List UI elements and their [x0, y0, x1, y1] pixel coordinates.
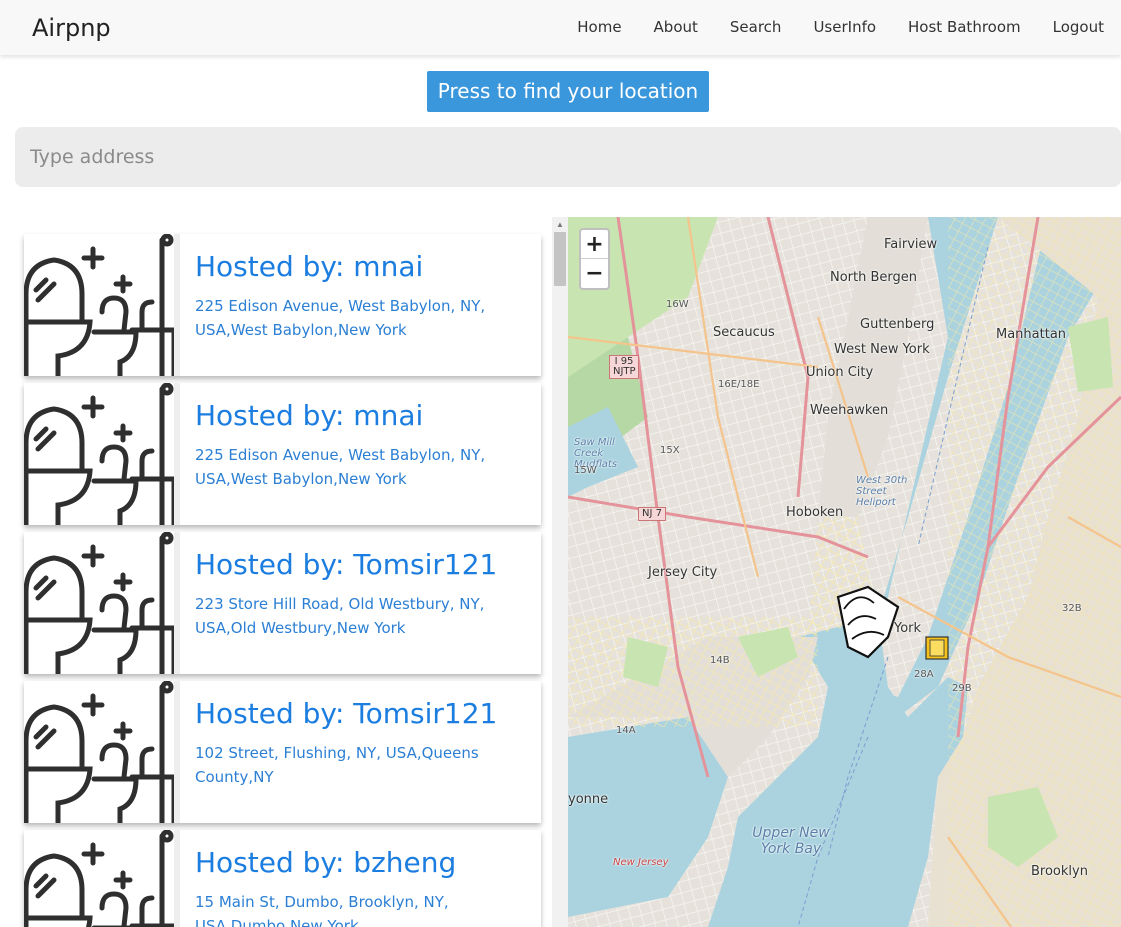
map-label: 15X — [660, 445, 680, 456]
map-view[interactable]: + − Fairview North Bergen Secaucus Gutte… — [568, 217, 1121, 927]
address-input[interactable] — [15, 127, 1121, 187]
listing-address: 15 Main St, Dumbo, Brooklyn, NY, USA,Dum… — [195, 893, 449, 927]
listing-address: 102 Street, Flushing, NY, USA,Queens Cou… — [195, 744, 479, 786]
map-label: Weehawken — [810, 403, 889, 418]
map-label: Manhattan — [996, 327, 1067, 342]
scroll-up-arrow-icon[interactable]: ▲ — [556, 220, 564, 229]
map-label: 28A — [914, 669, 934, 680]
map-label: Hoboken — [786, 505, 844, 520]
map-label: New Jersey — [613, 857, 669, 868]
listings-panel: Hosted by: mnai 225 Edison Avenue, West … — [0, 217, 552, 927]
listings-scrollbar[interactable]: ▲ — [552, 217, 568, 927]
nav-logout[interactable]: Logout — [1053, 18, 1104, 36]
scrollbar-thumb[interactable] — [554, 232, 566, 286]
map-label: Secaucus — [713, 325, 775, 340]
map-label: West 30th Street Heliport — [856, 475, 908, 508]
map-label: West New York — [834, 342, 930, 357]
map-label: Union City — [806, 365, 874, 380]
bathroom-icon — [24, 681, 180, 823]
brand-logo[interactable]: Airpnp — [32, 14, 111, 42]
listing-card[interactable]: Hosted by: bzheng 15 Main St, Dumbo, Bro… — [24, 830, 541, 927]
nav-links: Home About Search UserInfo Host Bathroom… — [577, 18, 1104, 36]
listing-card[interactable]: Hosted by: Tomsir121 102 Street, Flushin… — [24, 681, 541, 823]
map-label: Jersey City — [648, 565, 718, 580]
map-label: 16W — [666, 299, 689, 310]
bathroom-icon — [24, 234, 180, 376]
map-label: Upper New York Bay — [752, 825, 830, 857]
bathroom-icon — [24, 532, 180, 674]
map-zoom-control: + − — [579, 228, 610, 290]
zoom-in-button[interactable]: + — [581, 230, 608, 259]
map-label: 29B — [952, 683, 972, 694]
nav-userinfo[interactable]: UserInfo — [813, 18, 876, 36]
nav-search[interactable]: Search — [730, 18, 782, 36]
map-label: yonne — [568, 792, 609, 807]
map-label: 32B — [1062, 603, 1082, 614]
listing-host[interactable]: Hosted by: Tomsir121 — [195, 548, 497, 581]
route-shield: I 95 NJTP — [609, 355, 639, 379]
nav-home[interactable]: Home — [577, 18, 621, 36]
listing-host[interactable]: Hosted by: bzheng — [195, 846, 456, 879]
map-label: 14A — [616, 725, 636, 736]
map-label: Brooklyn — [1031, 864, 1088, 879]
map-label: York — [894, 621, 922, 636]
zoom-out-button[interactable]: − — [581, 259, 608, 288]
map-label: 16E/18E — [718, 379, 760, 390]
find-location-button[interactable]: Press to find your location — [427, 71, 709, 112]
listing-card[interactable]: Hosted by: Tomsir121 223 Store Hill Road… — [24, 532, 541, 674]
map-label: 15W — [574, 465, 597, 476]
listing-address: 223 Store Hill Road, Old Westbury, NY, U… — [195, 595, 485, 637]
listing-card[interactable]: Hosted by: mnai 225 Edison Avenue, West … — [24, 234, 541, 376]
nav-about[interactable]: About — [654, 18, 698, 36]
listing-card[interactable]: Hosted by: mnai 225 Edison Avenue, West … — [24, 383, 541, 525]
map-label: 14B — [710, 655, 730, 666]
listing-host[interactable]: Hosted by: Tomsir121 — [195, 697, 497, 730]
map-label: Guttenberg — [860, 317, 935, 332]
map-label: North Bergen — [830, 270, 918, 285]
bathroom-icon — [24, 830, 180, 927]
nav-host-bathroom[interactable]: Host Bathroom — [908, 18, 1021, 36]
listing-host[interactable]: Hosted by: mnai — [195, 399, 423, 432]
route-shield: NJ 7 — [638, 507, 666, 521]
top-navbar: Airpnp Home About Search UserInfo Host B… — [0, 0, 1121, 55]
bathroom-icon — [24, 383, 180, 525]
listing-address: 225 Edison Avenue, West Babylon, NY, USA… — [195, 297, 486, 339]
map-label: Fairview — [884, 237, 938, 252]
listing-host[interactable]: Hosted by: mnai — [195, 250, 423, 283]
listing-address: 225 Edison Avenue, West Babylon, NY, USA… — [195, 446, 486, 488]
